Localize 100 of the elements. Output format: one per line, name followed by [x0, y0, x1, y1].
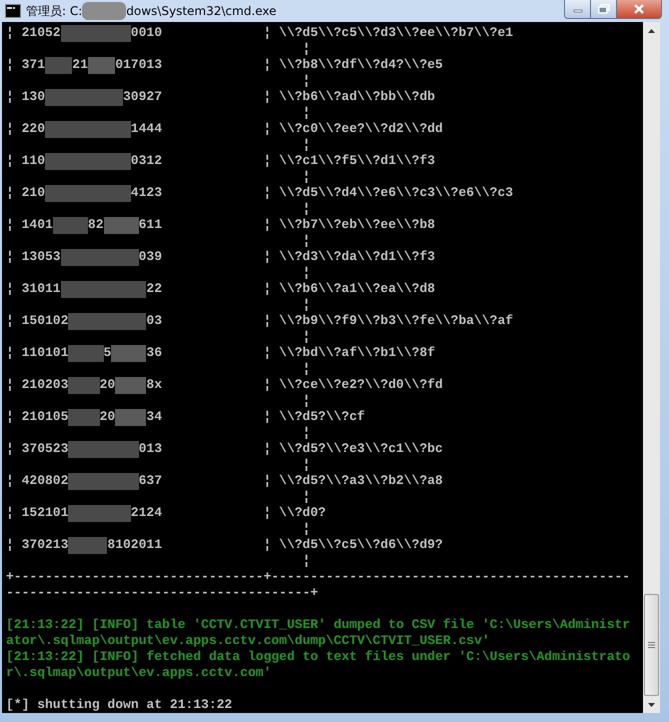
id-number-fragment: 4123 — [130, 185, 162, 201]
log-line: [*] shutting down at 21:13:22 — [6, 697, 234, 713]
table-border: ¦ — [263, 121, 272, 137]
table-cell: \\?ce\\?e2?\\?d0\\?fd — [279, 377, 443, 393]
id-number-fragment: 31011 — [22, 281, 61, 297]
table-border: ¦ — [302, 73, 310, 89]
table-cell: \\?b6\\?a1\\?ea\\?d8 — [279, 281, 436, 297]
id-number-fragment: 017013 — [115, 57, 162, 73]
log-line: [21:13:22] [INFO] table 'CCTV.CTVIT_USER' dumped to CSV file 'C:\Users\Administrator\.sqlmap\output\ev.apps.cctv.com\dump\CCTV\CTVIT_USER.csv' — [6, 617, 630, 649]
table-border: ¦ — [302, 361, 310, 377]
table-border: ¦ — [6, 377, 14, 393]
id-number-fragment: 110 — [22, 153, 45, 169]
table-border: ¦ — [302, 201, 310, 217]
table-border: ¦ — [6, 537, 14, 553]
table-border: ¦ — [6, 505, 14, 521]
minimize-button[interactable] — [564, 0, 591, 19]
table-border: ¦ — [263, 345, 272, 361]
redaction-mark — [68, 408, 100, 426]
id-number-fragment: 1401 — [22, 217, 53, 233]
table-border: ¦ — [6, 249, 14, 265]
table-border: ¦ — [302, 137, 310, 153]
table-cell: \\?d5?\\?a3\\?b2\\?a8 — [279, 473, 443, 489]
id-number-fragment: 20 — [100, 409, 116, 425]
table-border: ¦ — [6, 153, 14, 169]
redaction-mark — [45, 56, 72, 74]
redaction-mark — [88, 56, 116, 74]
table-border: ¦ — [6, 345, 14, 361]
redaction-mark — [68, 504, 131, 522]
maximize-button[interactable] — [591, 0, 617, 19]
window-title: 管理员: C: — [26, 2, 82, 20]
id-number-fragment: 210 — [22, 185, 45, 201]
table-border: ¦ — [302, 41, 310, 57]
table-border: ¦ — [263, 537, 272, 553]
id-number-fragment: 22 — [146, 281, 162, 297]
id-number-fragment: 371 — [22, 57, 45, 73]
table-border: ¦ — [263, 217, 272, 233]
id-number-fragment: 1444 — [130, 121, 162, 137]
table-cell: \\?c1\\?f5\\?d1\\?f3 — [279, 153, 436, 169]
table-border: ¦ — [263, 185, 272, 201]
id-number-fragment: 82 — [88, 217, 104, 233]
redaction-mark — [68, 376, 100, 394]
redaction-mark — [52, 216, 88, 234]
table-cell: \\?b8\\?df\\?d4?\\?e5 — [279, 57, 443, 73]
table-border: ¦ — [263, 505, 272, 521]
redaction-mark — [82, 2, 126, 20]
table-border: ¦ — [6, 121, 14, 137]
table-border: ¦ — [6, 409, 14, 425]
table-border: ¦ — [263, 473, 272, 489]
table-cell: \\?d5\\?c5\\?d6\\?d9? — [279, 537, 443, 553]
id-number-fragment: 21 — [72, 57, 88, 73]
id-number-fragment: 20 — [100, 377, 116, 393]
table-border: ¦ — [302, 489, 310, 505]
table-border: ¦ — [302, 329, 310, 345]
table-cell: \\?d3\\?da\\?d1\\?f3 — [279, 249, 436, 265]
scrollbar[interactable] — [643, 22, 660, 713]
console-icon — [5, 4, 21, 18]
redaction-mark — [68, 440, 139, 458]
table-border: ¦ — [302, 297, 310, 313]
table-cell: \\?b6\\?ad\\?bb\\?db — [279, 89, 436, 105]
table-border: ¦ — [302, 425, 310, 441]
close-icon — [633, 4, 645, 14]
id-number-fragment: 8102011 — [107, 537, 162, 553]
table-cell: \\?b9\\?f9\\?b3\\?fe\\?ba\\?af — [279, 313, 514, 329]
table-cell: \\?d5\\?c5\\?d3\\?ee\\?b7\\?e1 — [279, 25, 514, 41]
table-border: ¦ — [6, 25, 14, 41]
id-number-fragment: 220 — [22, 121, 45, 137]
id-number-fragment: 110101 — [22, 345, 68, 361]
id-number-fragment: 2124 — [130, 505, 162, 521]
table-cell: \\?bd\\?af\\?b1\\?8f — [279, 345, 436, 361]
table-border: ¦ — [302, 553, 310, 569]
id-number-fragment: 0312 — [130, 153, 162, 169]
table-border: ¦ — [263, 313, 272, 329]
redaction-mark — [60, 24, 131, 42]
table-border: ¦ — [6, 441, 14, 457]
table-border: ¦ — [302, 457, 310, 473]
table-border: ¦ — [263, 377, 272, 393]
table-border: ¦ — [302, 233, 310, 249]
id-number-fragment: 5 — [104, 345, 112, 361]
table-border: ¦ — [263, 89, 272, 105]
id-number-fragment: 130 — [22, 89, 45, 105]
id-number-fragment: 150102 — [22, 313, 68, 329]
id-number-fragment: 370523 — [22, 441, 68, 457]
table-border: ¦ — [6, 185, 14, 201]
close-button[interactable] — [617, 0, 662, 19]
log-line: [21:13:22] [INFO] fetched data logged to text files under 'C:\Users\Administrator\.sqlmap\output\ev.apps.cctv.com' — [6, 649, 630, 681]
id-number-fragment: 611 — [138, 217, 162, 233]
id-number-fragment: 03 — [146, 313, 162, 329]
table-border: ¦ — [263, 249, 272, 265]
table-border: ¦ — [263, 281, 272, 297]
table-border: ¦ — [302, 105, 310, 121]
table-border: ¦ — [263, 441, 272, 457]
table-border: ¦ — [6, 313, 14, 329]
redaction-mark — [115, 408, 146, 426]
id-number-fragment: 420802 — [22, 473, 68, 489]
table-cell: \\?d5?\\?cf — [279, 409, 365, 425]
scroll-thumb[interactable] — [644, 594, 659, 696]
restore-icon — [598, 4, 610, 14]
table-border: ¦ — [263, 153, 272, 169]
redaction-mark — [104, 216, 139, 234]
table-border: ¦ — [6, 281, 14, 297]
